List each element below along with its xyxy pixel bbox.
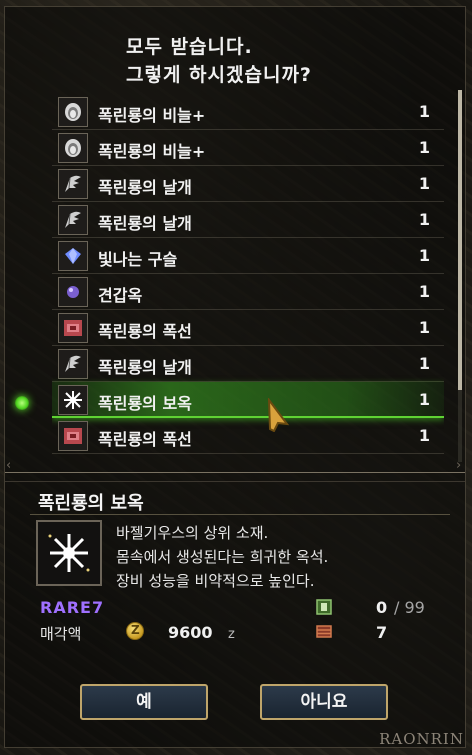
list-item[interactable]: 견갑옥 1 (52, 274, 444, 310)
item-name: 폭린룡의 비늘+ (98, 142, 206, 161)
list-item[interactable]: 빛나는 구슬 1 (52, 238, 444, 274)
prompt-line-2: 그렇게 하시겠습니까? (126, 64, 312, 86)
jewel-icon (58, 385, 88, 415)
gland-icon (58, 313, 88, 343)
section-divider (5, 472, 465, 482)
gem-icon (58, 241, 88, 271)
item-pouch-icon (316, 599, 332, 615)
orb-icon (58, 277, 88, 307)
prompt-line-1: 모두 받습니다. (126, 36, 253, 58)
list-item[interactable]: 폭린룡의 날개 1 (52, 202, 444, 238)
list-item[interactable]: 폭린룡의 폭선 1 (52, 310, 444, 346)
item-name: 폭린룡의 보옥 (98, 394, 192, 413)
description-line-1: 바젤기우스의 상위 소재. (116, 524, 269, 542)
watermark: RAONRIN (379, 730, 464, 748)
item-quantity: 1 (418, 426, 430, 445)
gland-icon (58, 421, 88, 451)
item-name: 폭린룡의 폭선 (98, 430, 192, 449)
item-quantity: 1 (418, 354, 430, 373)
sell-price-unit: z (228, 627, 235, 642)
list-item[interactable]: 폭린룡의 폭선 1 (52, 418, 444, 454)
box-count: 7 (376, 623, 388, 642)
description-line-2: 몸속에서 생성된다는 희귀한 옥석. (116, 548, 329, 566)
pointer-cursor-icon (267, 398, 290, 432)
owned-max: / 99 (394, 598, 425, 617)
description-line-3: 장비 성능을 비약적으로 높인다. (116, 572, 315, 590)
wing-icon (58, 205, 88, 235)
no-button[interactable]: 아니요 (260, 684, 388, 720)
jewel-large-icon (36, 520, 102, 586)
rarity-label: RARE7 (40, 598, 105, 617)
sell-price-label: 매각액 (40, 625, 82, 643)
item-box-icon (316, 625, 332, 638)
item-list[interactable]: 폭린룡의 비늘+ 1 폭린룡의 비늘+ 1 폭린룡의 날개 1 폭린룡의 날개 … (52, 94, 444, 466)
item-quantity: 1 (418, 246, 430, 265)
list-scrollbar[interactable] (458, 90, 462, 462)
item-name: 폭린룡의 비늘+ (98, 106, 206, 125)
item-name: 폭린룡의 날개 (98, 214, 192, 233)
list-item[interactable]: 폭린룡의 비늘+ 1 (52, 94, 444, 130)
item-quantity: 1 (418, 318, 430, 337)
wing-icon (58, 169, 88, 199)
zenny-coin-icon (126, 622, 144, 640)
list-item[interactable]: 폭린룡의 날개 1 (52, 166, 444, 202)
item-name: 견갑옥 (98, 286, 143, 305)
yes-button[interactable]: 예 (80, 684, 208, 720)
item-name: 폭린룡의 날개 (98, 358, 192, 377)
detail-title: 폭린룡의 보옥 (38, 493, 144, 514)
wing-icon (58, 349, 88, 379)
item-name: 빛나는 구슬 (98, 250, 178, 269)
list-item-selected[interactable]: 폭린룡의 보옥 1 (52, 382, 444, 418)
selection-marker-icon (15, 396, 29, 410)
detail-title-underline (30, 514, 450, 515)
sell-price-value: 9600 (168, 623, 213, 642)
item-quantity: 1 (418, 174, 430, 193)
list-item[interactable]: 폭린룡의 날개 1 (52, 346, 444, 382)
scale-icon (58, 133, 88, 163)
item-quantity: 1 (418, 282, 430, 301)
owned-count: 0 (376, 598, 388, 617)
list-item[interactable]: 폭린룡의 비늘+ 1 (52, 130, 444, 166)
item-quantity: 1 (418, 390, 430, 409)
item-name: 폭린룡의 폭선 (98, 322, 192, 341)
item-quantity: 1 (418, 102, 430, 121)
item-quantity: 1 (418, 210, 430, 229)
item-quantity: 1 (418, 138, 430, 157)
scale-icon (58, 97, 88, 127)
item-name: 폭린룡의 날개 (98, 178, 192, 197)
scrollbar-thumb[interactable] (458, 90, 462, 390)
left-arrow-icon: ‹ (6, 458, 12, 473)
